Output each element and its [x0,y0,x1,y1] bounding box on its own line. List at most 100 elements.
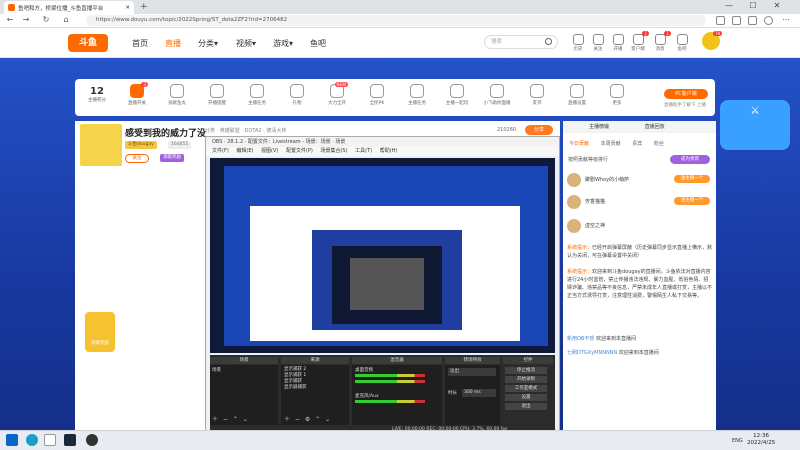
edge-icon[interactable] [26,434,38,446]
rank-action-button[interactable]: 送主播一个 [674,175,710,183]
task-item[interactable]: 大力全开 NEW [322,82,352,106]
clock-date: 2022/4/25 [747,440,776,446]
search-input[interactable]: 搜索 [484,35,558,49]
search-icon[interactable] [545,38,552,45]
reading-mode-icon[interactable] [716,16,725,25]
follow-button[interactable]: 关注 [125,154,149,163]
header-client[interactable]: 客户端 1 [626,31,650,52]
steam-icon[interactable] [64,434,76,446]
header-fishbar[interactable]: 鱼吧 [670,34,694,52]
room-category[interactable]: 分类 · 英雄联盟 · DOTA2 · 德清大林 [205,127,286,134]
transition-select[interactable]: 淡出 [448,368,496,376]
windows-taskbar [0,430,800,450]
nav-games[interactable]: 游戏▾ [273,38,293,49]
chat-user[interactable]: 新用OB不想 [567,336,594,342]
explorer-icon[interactable] [44,434,56,446]
source-controls[interactable]: ＋ − ⚙ ⌃ ⌄ [284,414,330,423]
back-icon[interactable]: ← [4,15,16,24]
rank-name: 虚空之神 [585,223,606,229]
obs-menu-profile[interactable]: 配置文件(P) [286,148,313,154]
pc-client-button[interactable]: PC客户端 [664,89,708,99]
nav-home[interactable]: 首页 [132,38,148,49]
header-message[interactable]: 消息 1 [648,31,672,52]
desktop-audio-meter-2 [355,380,425,383]
nav-video[interactable]: 视频▾ [236,38,256,49]
tab-replay[interactable]: 直播回放 [645,124,665,130]
minimize-button[interactable]: — [718,1,740,13]
system-clock[interactable]: 12:36 2022/4/25 [747,433,775,447]
task-item[interactable]: 小飞助你面播 [482,84,512,106]
obs-menu-file[interactable]: 文件(F) [212,148,229,154]
streamer-avatar[interactable] [80,124,122,166]
favorites-icon[interactable] [732,16,741,25]
nav-category[interactable]: 分类▾ [198,38,218,49]
close-tab-icon[interactable]: ✕ [125,5,130,11]
task-item[interactable]: 直播开关 3 [122,82,152,106]
rank-row[interactable]: 虚空之神 [567,217,713,235]
start-record-button[interactable]: 开始录制 [505,376,547,383]
task-item[interactable]: 贡献鱼丸 [162,84,192,106]
more-menu-icon[interactable]: ⋯ [782,15,790,24]
tab-vip[interactable]: 贵宾 [632,141,642,147]
douyu-logo[interactable]: 斗鱼 [68,34,108,52]
tab-anchor-rank[interactable]: 主播榜输 [589,124,609,130]
exit-button[interactable]: 退出 [505,403,547,410]
home-icon[interactable]: ⌂ [60,15,72,24]
streamer-tag[interactable]: 斗鱼dougay [125,141,157,149]
task-item[interactable]: 主播任务 [402,84,432,106]
chat-message: 系统提示：欢迎来到斗鱼dougay的直播间。斗鱼依法对直播内容进行24小时监管，… [567,268,713,300]
reload-icon[interactable]: ↻ [40,15,52,24]
task-item[interactable]: 主播一起玩 [442,84,472,106]
collections-icon[interactable] [748,16,757,25]
task-label: 主播任务 [408,101,426,106]
rank-row[interactable]: 芳香猫猫 送主播一个 [567,193,713,211]
language-indicator[interactable]: ENG [732,438,743,444]
chat-user[interactable]: 七刷DTGXyMNNNNN [567,350,617,356]
tab-today[interactable]: 今日贡献 [569,141,589,147]
rank-row[interactable]: 聚剧Whoy的小萌萨 送主播一个 [567,171,713,189]
start-icon[interactable] [6,434,18,446]
task-item[interactable]: 开播提醒 [202,84,232,106]
browser-tab[interactable]: 鱼吧和方，桥梁位播_斗鱼直播平台 ✕ [4,1,134,14]
dock-controls-header: 控件 [503,357,553,364]
scene-item[interactable]: 场景 [212,367,221,373]
task-icon [530,84,544,98]
rank-action-button[interactable]: 送主播一个 [674,197,710,205]
stop-stream-button[interactable]: 停止推流 [505,367,547,374]
source-item[interactable]: 显示器捕获 [284,385,307,391]
obs-menu-edit[interactable]: 编辑(E) [236,148,253,154]
settings-button[interactable]: 设置 [505,394,547,401]
task-item[interactable]: 礼物 [282,84,312,106]
become-vip-button[interactable]: 成为贵宾 [670,155,710,164]
nav-fishbar[interactable]: 鱼吧 [310,38,326,49]
gift-card[interactable]: 领取奖励 [85,312,115,352]
obs-menu-scene-collection[interactable]: 场景集合(S) [320,148,347,154]
task-icon [410,84,424,98]
obs-menu-help[interactable]: 帮助(H) [380,148,398,154]
scene-controls[interactable]: ＋ − ⌃ ⌄ [212,414,248,423]
maximize-button[interactable]: ☐ [742,1,764,13]
forward-icon[interactable]: → [20,15,32,24]
task-item[interactable]: 主播任务 [242,84,272,106]
close-window-button[interactable]: ✕ [766,1,788,13]
task-item[interactable]: 直播设置 [562,84,592,106]
obs-menu-view[interactable]: 视图(V) [261,148,278,154]
left-panel [75,169,205,431]
tab-week[interactable]: 本周贡献 [601,141,621,147]
url-bar[interactable]: https://www.douyu.com/topic/2022Spring/S… [86,15,706,26]
task-item[interactable]: 友邻 [522,84,552,106]
duration-input[interactable]: 300 ms [462,389,496,397]
tab-fans[interactable]: 粉丝 [654,141,664,147]
new-tab-button[interactable]: + [140,2,148,12]
task-item[interactable]: 更多 [602,84,632,106]
claim-reward-button[interactable]: 领取奖励 [160,154,184,162]
task-label: 直播开关 [128,101,146,106]
obs-menu-tools[interactable]: 工具(T) [355,148,372,154]
anchor-points[interactable]: 12 主播积分 [80,86,114,103]
nav-live[interactable]: 直播 [165,38,181,49]
share-button[interactable]: 分享 [525,125,553,135]
studio-mode-button[interactable]: 工作室模式 [505,385,547,392]
obs-icon[interactable] [86,434,98,446]
task-item[interactable]: 全民PK [362,84,392,106]
profile-icon[interactable] [764,16,773,25]
